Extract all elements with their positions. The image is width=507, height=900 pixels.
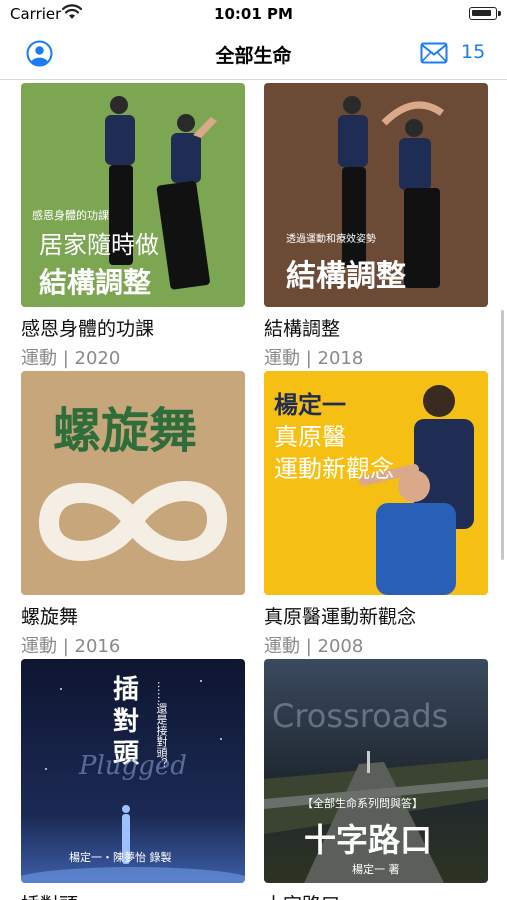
cover-author: 楊定一 著 xyxy=(352,863,400,876)
cover-subtitle: 透過運動和療效姿勢 xyxy=(286,234,376,245)
book-grid: 感恩身體的功課 居家隨時做 結構調整 感恩身體的功課 運動 | 2020 透過運… xyxy=(0,80,507,900)
cover-author: 楊定一 xyxy=(274,390,346,419)
book-title[interactable]: 結構調整 xyxy=(264,314,488,341)
navigation-bar: 全部生命 15 xyxy=(0,28,507,80)
book-cover[interactable]: Crossroads 【全部生命系列問與答】 十字路口 楊定一 著 xyxy=(264,659,488,883)
mail-icon[interactable] xyxy=(420,42,448,64)
book-meta: 運動 | 2008 xyxy=(264,636,364,657)
cover-title-line1: 真原醫 xyxy=(274,423,346,451)
book-meta: 運動 | 2020 xyxy=(21,348,121,369)
book-cover[interactable]: 螺旋舞 xyxy=(21,371,245,595)
infinity-brush-illustration xyxy=(39,481,227,561)
book-card[interactable]: 螺旋舞 螺旋舞 運動 | 2016 xyxy=(21,371,245,658)
cover-title-line1: 居家隨時做 xyxy=(39,231,159,259)
cover-subtitle: 感恩身體的功課 xyxy=(32,209,109,222)
book-card[interactable]: 透過運動和療效姿勢 結構調整 結構調整 運動 | 2018 xyxy=(264,83,488,370)
book-title[interactable]: 插對頭 xyxy=(21,890,245,900)
book-title[interactable]: 螺旋舞 xyxy=(21,602,245,629)
cover-title-line2: 運動新觀念 xyxy=(274,455,394,483)
cover-title-line2: 結構調整 xyxy=(39,266,152,299)
book-cover[interactable]: 楊定一 真原醫 運動新觀念 xyxy=(264,371,488,595)
book-card[interactable]: 感恩身體的功課 居家隨時做 結構調整 感恩身體的功課 運動 | 2020 xyxy=(21,83,245,370)
book-cover[interactable]: 透過運動和療效姿勢 結構調整 xyxy=(264,83,488,307)
cover-series: 【全部生命系列問與答】 xyxy=(302,797,423,810)
book-title[interactable]: 感恩身體的功課 xyxy=(21,314,245,341)
cover-author: 楊定一・陳夢怡 錄製 xyxy=(69,851,172,864)
clock: 10:01 PM xyxy=(214,5,293,23)
book-card[interactable]: 楊定一 真原醫 運動新觀念 真原醫運動新觀念 運動 | 2008 xyxy=(264,371,488,658)
message-count[interactable]: 15 xyxy=(461,41,485,63)
cover-title-line1: 十字路口 xyxy=(304,821,433,859)
book-card[interactable]: 插 對 頭 ……還是接對頭？ Plugged 楊定一・陳夢怡 錄製 插對頭 xyxy=(21,659,245,900)
book-meta: 運動 | 2018 xyxy=(264,348,364,369)
battery-icon xyxy=(469,7,501,20)
scroll-indicator[interactable] xyxy=(501,310,504,560)
book-cover[interactable]: 插 對 頭 ……還是接對頭？ Plugged 楊定一・陳夢怡 錄製 xyxy=(21,659,245,883)
cover-script-title: Plugged xyxy=(79,751,187,781)
book-cover[interactable]: 感恩身體的功課 居家隨時做 結構調整 xyxy=(21,83,245,307)
book-meta: 運動 | 2016 xyxy=(21,636,121,657)
cover-title-line1: 結構調整 xyxy=(286,259,406,294)
book-title[interactable]: 十字路口 xyxy=(264,890,488,900)
book-card[interactable]: Crossroads 【全部生命系列問與答】 十字路口 楊定一 著 十字路口 xyxy=(264,659,488,900)
book-title[interactable]: 真原醫運動新觀念 xyxy=(264,602,488,629)
status-bar: Carrier 10:01 PM xyxy=(0,0,507,28)
cover-watermark: Crossroads xyxy=(272,697,449,735)
